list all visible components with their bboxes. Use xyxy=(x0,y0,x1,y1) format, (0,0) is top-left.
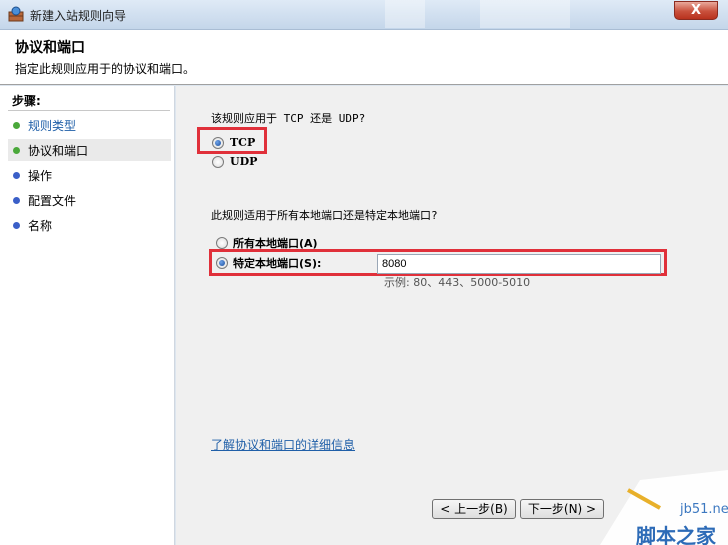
ports-question: 此规则适用于所有本地端口还是特定本地端口? xyxy=(211,209,438,222)
specific-ports-label[interactable]: 特定本地端口(S): xyxy=(233,255,321,271)
step-pending-dot-icon xyxy=(13,172,20,179)
next-button[interactable]: 下一步(N) > xyxy=(520,499,604,519)
all-ports-radio[interactable] xyxy=(216,237,228,249)
step-label: 协议和端口 xyxy=(28,144,89,158)
watermark-url: jb51.net xyxy=(680,502,728,517)
tcp-label[interactable]: TCP xyxy=(230,136,255,149)
steps-panel: 步骤: 规则类型 协议和端口 操作 配置文件 名称 xyxy=(0,86,175,545)
step-name: 名称 xyxy=(8,214,171,236)
udp-label[interactable]: UDP xyxy=(230,155,257,168)
window-title: 新建入站规则向导 xyxy=(30,9,127,23)
background-blur xyxy=(480,0,570,28)
specific-ports-radio[interactable] xyxy=(216,257,228,269)
step-label: 操作 xyxy=(28,169,53,183)
step-current-dot-icon xyxy=(13,147,20,154)
step-action: 操作 xyxy=(8,164,171,186)
divider xyxy=(8,110,170,111)
step-done-dot-icon xyxy=(13,122,20,129)
step-rule-type[interactable]: 规则类型 xyxy=(8,114,171,136)
step-label: 规则类型 xyxy=(28,119,77,133)
tcp-radio[interactable] xyxy=(212,137,224,149)
firewall-app-icon xyxy=(8,6,24,22)
page-subtitle: 指定此规则应用于的协议和端口。 xyxy=(15,62,196,76)
step-profile: 配置文件 xyxy=(8,189,171,211)
protocol-question: 该规则应用于 TCP 还是 UDP? xyxy=(211,112,366,125)
step-pending-dot-icon xyxy=(13,197,20,204)
step-label: 配置文件 xyxy=(28,194,77,208)
title-bar: 新建入站规则向导 X xyxy=(0,0,728,30)
port-input[interactable] xyxy=(377,254,661,274)
background-blur xyxy=(385,0,425,28)
watermark-brand: 脚本之家 xyxy=(636,524,716,545)
steps-heading: 步骤: xyxy=(12,94,41,108)
protocol-ports-help-link[interactable]: 了解协议和端口的详细信息 xyxy=(211,436,355,453)
wizard-header: 协议和端口 指定此规则应用于的协议和端口。 xyxy=(0,30,728,85)
udp-radio[interactable] xyxy=(212,156,224,168)
step-label: 名称 xyxy=(28,219,53,233)
page-title: 协议和端口 xyxy=(15,40,85,56)
step-pending-dot-icon xyxy=(13,222,20,229)
back-button[interactable]: < 上一步(B) xyxy=(432,499,516,519)
close-button[interactable]: X xyxy=(674,1,718,20)
step-protocol-ports: 协议和端口 xyxy=(8,139,171,161)
port-example-hint: 示例: 80、443、5000-5010 xyxy=(384,276,531,289)
